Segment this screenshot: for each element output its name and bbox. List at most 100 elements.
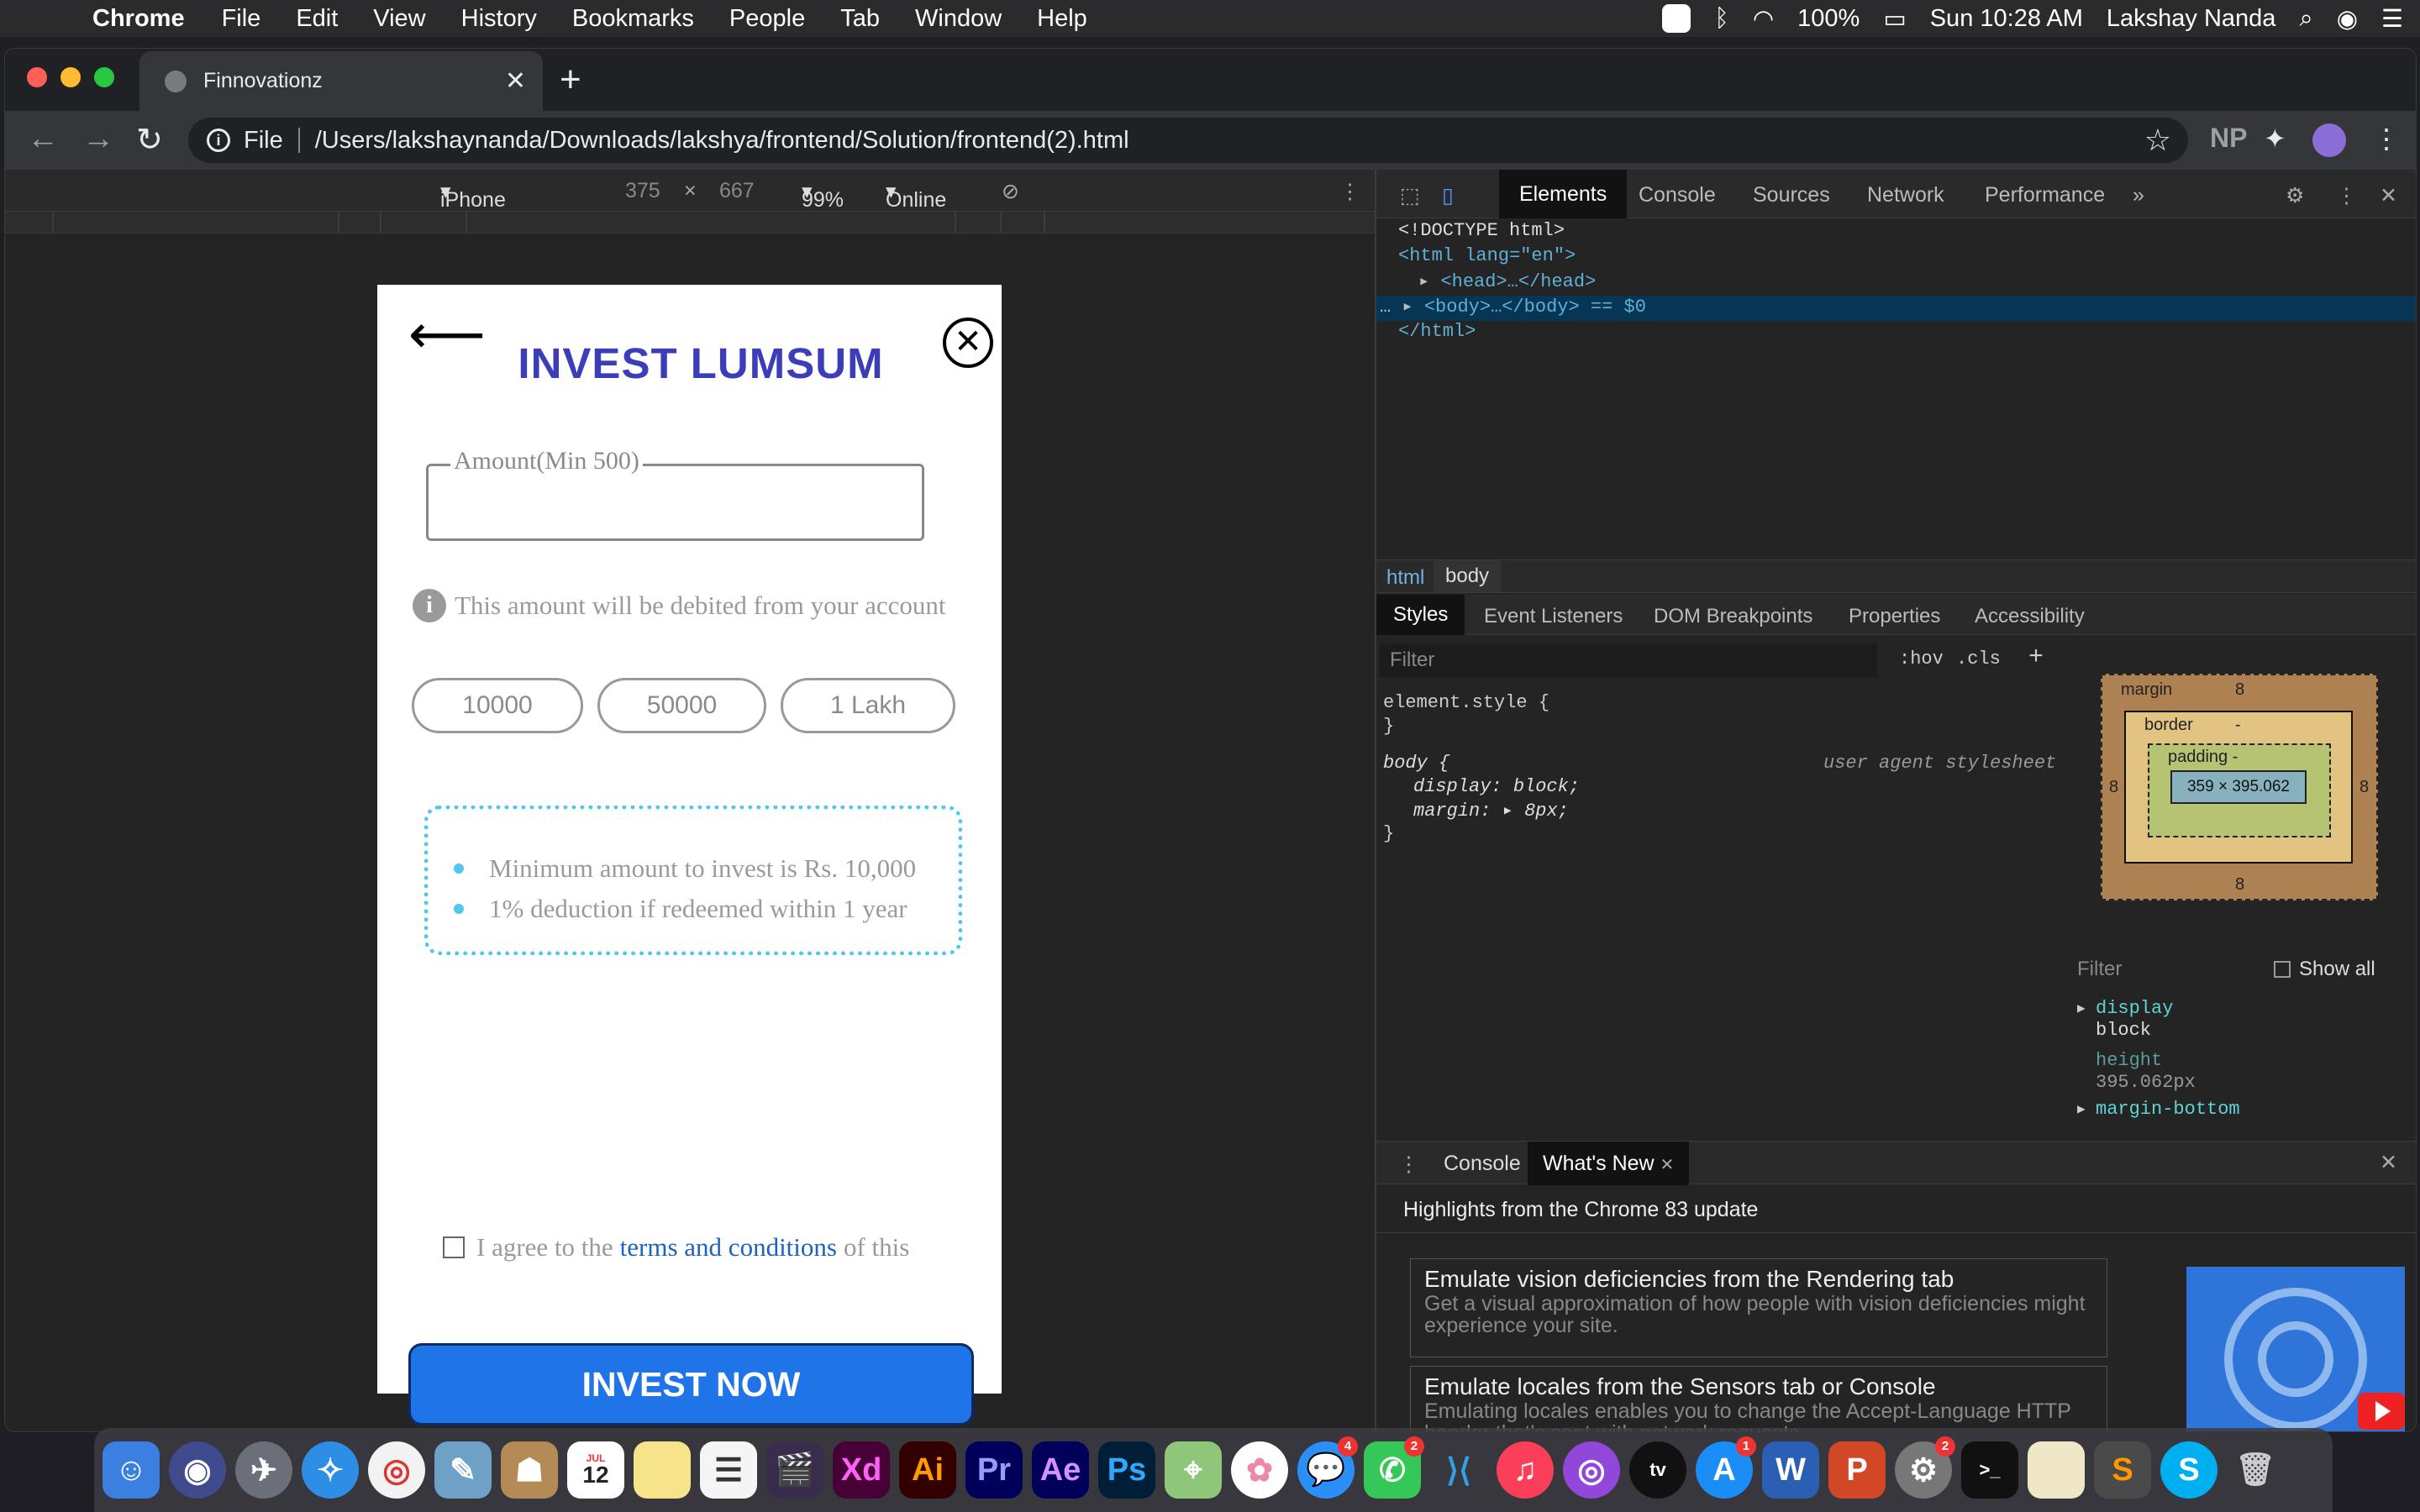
reload-icon[interactable]: ↻ <box>136 121 163 159</box>
invest-now-button[interactable]: INVEST NOW <box>408 1343 974 1425</box>
dom-line[interactable]: </html> <box>1398 321 1476 342</box>
spotlight-search-icon[interactable]: ⌕ <box>2299 5 2312 33</box>
tab-dom-breakpoints[interactable]: DOM Breakpoints <box>1654 605 1812 628</box>
more-tabs-icon[interactable]: » <box>2133 183 2144 207</box>
box-content-size[interactable]: 359 × 395.062 <box>2170 770 2307 804</box>
menu-tab[interactable]: Tab <box>840 5 880 33</box>
back-arrow-icon[interactable]: ← <box>27 121 59 157</box>
drawer-menu-icon[interactable]: ⋮ <box>1398 1152 1419 1177</box>
tab-accessibility[interactable]: Accessibility <box>1975 605 2085 628</box>
drawer-close-icon[interactable]: ✕ <box>2380 1150 2397 1175</box>
battery-percentage[interactable]: 100% <box>1797 5 1860 33</box>
calendar-icon[interactable]: JUL 12 <box>567 1441 624 1499</box>
breadcrumb-html[interactable]: html <box>1386 566 1424 590</box>
tab-console[interactable]: Console <box>1639 183 1716 207</box>
rule-prop-margin[interactable]: margin: ▸ 8px; <box>1413 800 1569 822</box>
adobe-xd-icon[interactable]: Xd <box>833 1441 890 1499</box>
terminal-icon[interactable]: >_ <box>1961 1441 2018 1499</box>
vscode-icon[interactable]: ⟩⟨ <box>1430 1441 1487 1499</box>
zoom-select[interactable]: 99% ▾ <box>802 179 844 212</box>
siri-icon[interactable]: ◉ <box>2337 4 2358 34</box>
rotate-icon[interactable]: ⊘ <box>1002 179 1019 204</box>
forward-arrow-icon[interactable]: → <box>82 121 114 157</box>
clock[interactable]: Sun 10:28 AM <box>1930 5 2083 33</box>
textedit-icon[interactable] <box>2028 1441 2085 1499</box>
adobe-premiere-icon[interactable]: Pr <box>965 1441 1023 1499</box>
photos-icon[interactable]: ✿ <box>1231 1441 1288 1499</box>
styles-filter-input[interactable]: Filter <box>1380 643 1877 677</box>
np-extension[interactable]: NP <box>2210 123 2247 154</box>
expand-icon[interactable]: ▶ <box>2077 1100 2086 1117</box>
minimize-window-icon[interactable] <box>60 67 81 87</box>
browser-tab[interactable]: Finnovationz ✕ <box>139 51 543 111</box>
extensions-puzzle-icon[interactable]: ✦ <box>2264 123 2286 155</box>
adobe-illustrator-icon[interactable]: Ai <box>899 1441 956 1499</box>
close-icon[interactable]: ✕ <box>1660 1156 1675 1174</box>
hov-toggle[interactable]: :hov <box>1899 648 1944 669</box>
close-window-icon[interactable] <box>27 67 47 87</box>
terms-link[interactable]: terms and conditions <box>620 1232 837 1263</box>
tab-event-listeners[interactable]: Event Listeners <box>1484 605 1623 628</box>
tab-network[interactable]: Network <box>1867 183 1944 207</box>
amount-input[interactable] <box>437 483 908 525</box>
drawer-tab-whats-new[interactable]: What's New ✕ <box>1528 1142 1690 1185</box>
menu-file[interactable]: File <box>222 5 261 33</box>
device-toggle-icon[interactable]: ▯ <box>1442 183 1454 208</box>
safari-icon[interactable]: ✧ <box>302 1441 359 1499</box>
drawer-tab-console[interactable]: Console <box>1444 1152 1521 1176</box>
notes-icon[interactable] <box>634 1441 691 1499</box>
tab-close-icon[interactable]: ✕ <box>505 66 526 96</box>
url-text[interactable]: /Users/lakshaynanda/Downloads/lakshya/fr… <box>315 127 1129 155</box>
new-rule-icon[interactable]: + <box>2028 643 2044 672</box>
computed-prop[interactable]: display <box>2096 998 2173 1019</box>
dom-line[interactable]: <!DOCTYPE html> <box>1398 220 1565 241</box>
bookmark-star-icon[interactable]: ☆ <box>2144 123 2171 158</box>
menu-help[interactable]: Help <box>1037 5 1087 33</box>
whats-new-card[interactable]: Emulate vision deficiencies from the Ren… <box>1410 1258 2107 1357</box>
breadcrumb-body[interactable]: body <box>1434 560 1502 592</box>
facetime-icon[interactable]: ✆ 2 <box>1364 1436 1424 1499</box>
menu-history[interactable]: History <box>461 5 537 33</box>
chrome-icon[interactable]: ◎ <box>368 1441 425 1499</box>
podcasts-icon[interactable]: ◎ <box>1563 1441 1620 1499</box>
adobe-photoshop-icon[interactable]: Ps <box>1098 1441 1155 1499</box>
chrome-menu-icon[interactable]: ⋮ <box>2373 123 2400 155</box>
tab-elements[interactable]: Elements <box>1499 170 1628 218</box>
maps-icon[interactable]: ⌖ <box>1165 1441 1222 1499</box>
zoom-window-icon[interactable] <box>94 67 114 87</box>
amount-chip-10000[interactable]: 10000 <box>412 678 583 733</box>
device-select[interactable]: iPhone 6/7/8 ▾ <box>440 179 506 236</box>
user-name[interactable]: Lakshay Nanda <box>2107 5 2276 33</box>
music-icon[interactable]: ♫ <box>1497 1441 1554 1499</box>
cls-toggle[interactable]: .cls <box>1956 648 2001 669</box>
amount-chip-1-lakh[interactable]: 1 Lakh <box>781 678 955 733</box>
dom-line[interactable]: … ▸ <body>…</body> == $0 <box>1380 296 1646 318</box>
messages-icon[interactable]: 💬 4 <box>1297 1436 1358 1499</box>
contacts-icon[interactable]: ☗ <box>501 1441 558 1499</box>
microsoft-word-icon[interactable]: W <box>1762 1441 1819 1499</box>
trash-icon[interactable]: 🗑 <box>2227 1441 2284 1499</box>
close-icon[interactable]: ✕ <box>943 318 993 368</box>
dom-line[interactable]: <html lang="en"> <box>1398 245 1576 266</box>
computed-filter-input[interactable]: Filter <box>2077 958 2122 981</box>
profile-avatar[interactable] <box>2312 123 2346 157</box>
menu-view[interactable]: View <box>373 5 425 33</box>
computed-prop[interactable]: height <box>2096 1050 2162 1071</box>
finder-icon[interactable]: ☺ <box>103 1441 160 1499</box>
app-store-icon[interactable]: A1 <box>1696 1436 1756 1499</box>
menu-app-name[interactable]: Chrome <box>92 5 185 33</box>
reminders-icon[interactable]: ☰ <box>700 1441 757 1499</box>
wifi-icon[interactable]: ◠ <box>1753 4 1774 34</box>
menu-edit[interactable]: Edit <box>296 5 338 33</box>
viewport-height[interactable]: 667 <box>719 179 755 203</box>
inspect-element-icon[interactable]: ⬚ <box>1400 183 1420 208</box>
expand-icon[interactable]: ▶ <box>2077 1000 2086 1016</box>
sublime-text-icon[interactable]: S <box>2094 1441 2151 1499</box>
notification-center-icon[interactable]: ☰ <box>2381 4 2403 34</box>
system-preferences-icon[interactable]: ⚙ 2 <box>1895 1436 1955 1499</box>
devtools-menu-icon[interactable]: ⋮ <box>2336 183 2357 208</box>
show-all-checkbox[interactable] <box>2274 961 2291 978</box>
apple-tv-icon[interactable]: tv <box>1629 1441 1686 1499</box>
dom-line[interactable]: ▸ <head>…</head> <box>1418 270 1596 292</box>
menu-bookmarks[interactable]: Bookmarks <box>572 5 694 33</box>
